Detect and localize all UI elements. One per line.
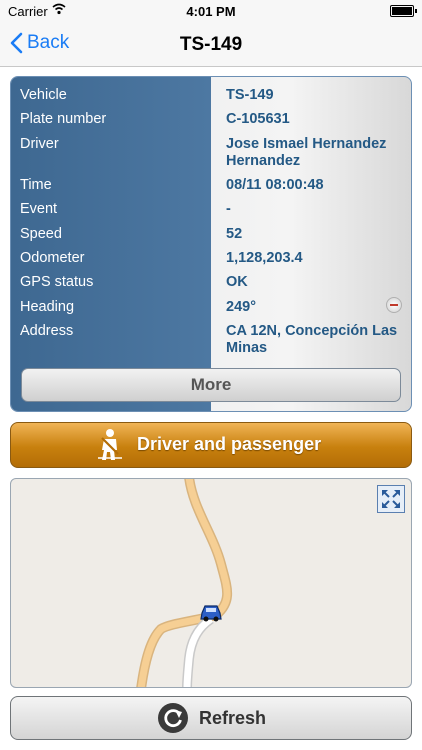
detail-key: Event — [20, 201, 58, 217]
detail-key: Address — [20, 323, 74, 339]
refresh-button[interactable]: Refresh — [10, 696, 412, 740]
navigation-bar: Back TS-149 — [0, 22, 422, 67]
seatbelt-status-button[interactable]: Driver and passenger — [10, 422, 412, 468]
status-bar: Carrier 4:01 PM — [0, 0, 422, 22]
detail-value: TS-149 — [226, 87, 274, 103]
expand-map-button[interactable] — [377, 485, 405, 513]
seatbelt-label: Driver and passenger — [137, 434, 322, 454]
detail-key: Driver — [20, 136, 59, 152]
seatbelt-icon — [98, 429, 122, 460]
car-icon[interactable] — [199, 603, 223, 623]
detail-value: - — [226, 201, 231, 217]
detail-value: 52 — [226, 226, 243, 242]
detail-key: GPS status — [20, 274, 94, 290]
detail-value: CA 12N, Concepción Las Minas — [226, 323, 398, 356]
detail-key: Plate number — [20, 111, 107, 127]
battery-icon — [390, 5, 417, 17]
refresh-label: Refresh — [199, 708, 267, 728]
detail-key: Speed — [20, 226, 62, 242]
detail-key: Odometer — [20, 250, 85, 266]
vehicle-details-panel: Vehicle TS-149 Plate number C-105631 Dri… — [10, 76, 412, 412]
detail-value: OK — [226, 274, 248, 290]
detail-value: C-105631 — [226, 111, 290, 127]
detail-value: Jose Ismael Hernandez Hernandez — [226, 136, 387, 169]
labels-column — [11, 77, 211, 411]
clock: 4:01 PM — [186, 4, 236, 19]
refresh-icon — [158, 703, 188, 733]
page-title: TS-149 — [179, 34, 243, 55]
more-button[interactable]: More — [21, 368, 401, 402]
detail-value: 249° — [226, 299, 256, 315]
detail-key: Vehicle — [20, 87, 67, 103]
detail-key: Time — [20, 177, 52, 193]
expand-icon — [382, 490, 400, 508]
road-network — [136, 479, 233, 687]
detail-value: 08/11 08:00:48 — [226, 177, 324, 193]
detail-key: Heading — [20, 299, 75, 315]
heading-compass-icon — [386, 297, 402, 313]
map-view[interactable] — [10, 478, 412, 688]
detail-value: 1,128,203.4 — [226, 250, 303, 266]
